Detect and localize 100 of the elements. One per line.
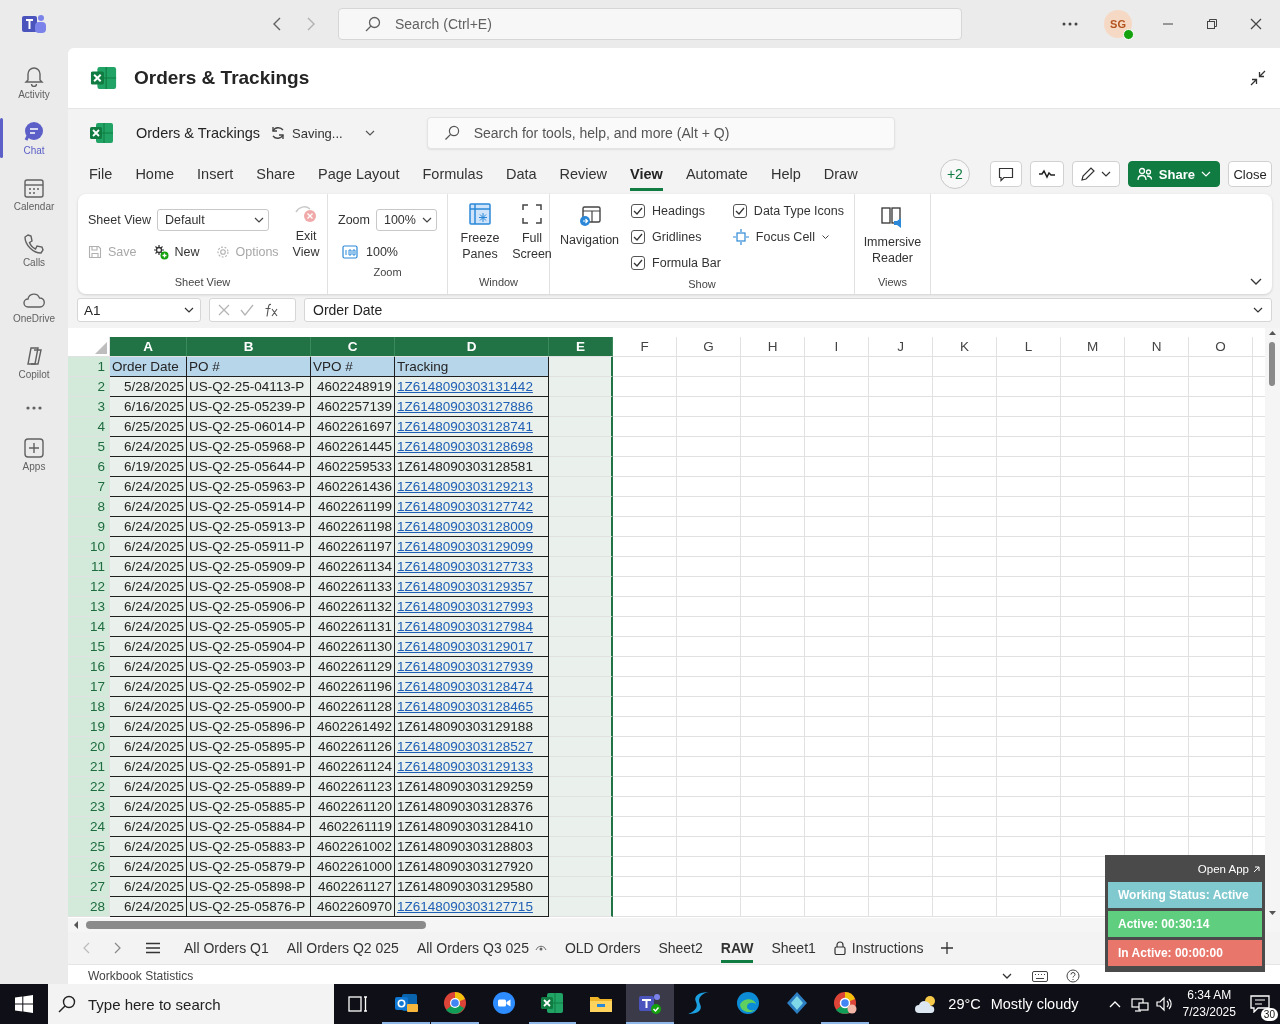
row-header[interactable]: 17 [68,677,110,697]
navigation-button[interactable]: Navigation [560,204,620,276]
row-header[interactable]: 1 [68,357,110,377]
rail-item[interactable]: Calendar [0,166,68,222]
name-box[interactable]: A1 [77,298,201,322]
start-icon[interactable] [15,995,33,1013]
more-icon[interactable] [1062,22,1078,26]
row-header[interactable]: 13 [68,597,110,617]
link[interactable]: 1Z6148090303127993 [395,597,549,617]
ribbon-tab[interactable]: Automate [685,157,748,191]
ribbon-tab[interactable]: Home [135,157,175,191]
link[interactable]: 1Z6148090303127733 [395,557,549,577]
scrollbar-thumb[interactable] [86,921,426,929]
search-field[interactable]: Type here to search [48,984,335,1024]
link[interactable]: 1Z6148090303129099 [395,537,549,557]
link[interactable]: 1Z6148090303127742 [395,497,549,517]
focus-cell-button[interactable]: Focus Cell [732,224,844,250]
row-header[interactable]: 27 [68,877,110,897]
row-header[interactable]: 8 [68,497,110,517]
clock-time[interactable]: 6:34 AM [1187,987,1232,1004]
rail-item[interactable]: Copilot [0,334,68,390]
row-header[interactable]: 23 [68,797,110,817]
sheet-tab[interactable]: Sheet1 [771,933,816,963]
ribbon-tab[interactable]: Help [770,157,801,191]
zoom-reset-button[interactable]: 100% [338,240,437,264]
next-sheet-icon[interactable] [114,942,122,954]
teams-logo-icon[interactable] [22,13,46,35]
link[interactable]: 1Z6148090303127715 [395,897,549,917]
maximize-icon[interactable] [1206,18,1218,30]
speaker-icon[interactable] [1154,996,1173,1012]
row-header[interactable]: 9 [68,517,110,537]
link[interactable]: 1Z6148090303127939 [395,657,549,677]
ribbon-tab[interactable]: Formulas [422,157,483,191]
row-header[interactable]: 21 [68,757,110,777]
clock-date[interactable]: 7/23/2025 [1182,1004,1236,1021]
ribbon-tab[interactable]: Page Layout [318,157,400,191]
column-header[interactable]: A [110,337,187,357]
ribbon-tab[interactable]: Share [256,157,296,191]
row-header[interactable]: 6 [68,457,110,477]
row-header[interactable]: 7 [68,477,110,497]
row-header[interactable]: 20 [68,737,110,757]
sheet-tab[interactable]: All Orders Q2 025 [286,933,399,963]
full-screen-button[interactable]: Full Screen [512,202,552,274]
chevron-down-icon[interactable] [1002,973,1012,979]
row-header[interactable]: 11 [68,557,110,577]
search-field[interactable]: Search for tools, help, and more (Alt + Q) [426,117,895,149]
row-header[interactable]: 28 [68,897,110,917]
link[interactable]: 1Z6148090303129133 [395,757,549,777]
network-icon[interactable] [1130,996,1149,1012]
rail-item[interactable]: Chat [0,110,68,166]
rail-item[interactable]: Apps [0,426,68,482]
tray-chevron-icon[interactable] [1108,1000,1121,1008]
row-header[interactable]: 18 [68,697,110,717]
add-sheet-icon[interactable] [941,942,954,954]
ribbon-tab[interactable]: Review [559,157,608,191]
help-icon[interactable] [1066,969,1080,983]
editing-button[interactable] [1071,161,1120,187]
link[interactable]: 1Z6148090303129017 [395,637,549,657]
row-header[interactable]: 26 [68,857,110,877]
row-header[interactable]: 25 [68,837,110,857]
link[interactable]: 1Z6148090303127984 [395,617,549,637]
more-icon[interactable] [26,406,42,410]
column-header[interactable]: D [395,337,549,357]
row-header[interactable]: 14 [68,617,110,637]
collapse-icon[interactable] [1250,70,1266,86]
row-header[interactable]: 19 [68,717,110,737]
row-header[interactable]: 24 [68,817,110,837]
row-header[interactable]: 5 [68,437,110,457]
row-header[interactable]: 4 [68,417,110,437]
close-button[interactable]: Close [1228,161,1272,187]
ribbon-tab[interactable]: Insert [197,157,234,191]
menu-icon[interactable] [146,942,160,954]
sheet-tab[interactable]: Instructions [833,933,924,963]
row-header[interactable]: 3 [68,397,110,417]
ribbon-tab[interactable]: File [89,157,113,191]
checkbox[interactable]: Data Type Icons [732,198,844,224]
sheet-tab[interactable]: OLD Orders [564,933,641,963]
immersive-reader-button[interactable]: Immersive Reader [862,206,923,274]
row-header[interactable]: 15 [68,637,110,657]
keyboard-icon[interactable] [1032,970,1048,982]
ribbon-tab[interactable]: Draw [823,157,858,191]
rail-item[interactable]: Activity [0,54,68,110]
row-header[interactable]: 2 [68,377,110,397]
ribbon-tab[interactable]: View [630,157,663,191]
back-icon[interactable] [272,17,282,31]
checkbox[interactable]: Gridlines [631,224,721,250]
comments-button[interactable] [989,161,1022,187]
rail-item[interactable]: Calls [0,222,68,278]
file-name[interactable]: Orders & Trackings [136,125,261,141]
ribbon-button[interactable]: New [152,240,200,264]
rail-item[interactable]: OneDrive [0,278,68,334]
link[interactable]: 1Z6148090303127886 [395,397,549,417]
freeze-panes-button[interactable]: Freeze Panes [460,202,500,274]
sheet-tab[interactable]: All Orders Q1 [184,933,269,963]
link[interactable]: 1Z6148090303129357 [395,577,549,597]
status-text[interactable]: Workbook Statistics [88,969,194,983]
search-field[interactable]: Search (Ctrl+E) [338,8,962,40]
activity-button[interactable] [1029,161,1064,187]
link[interactable]: 1Z6148090303128698 [395,437,549,457]
row-header[interactable]: 16 [68,657,110,677]
